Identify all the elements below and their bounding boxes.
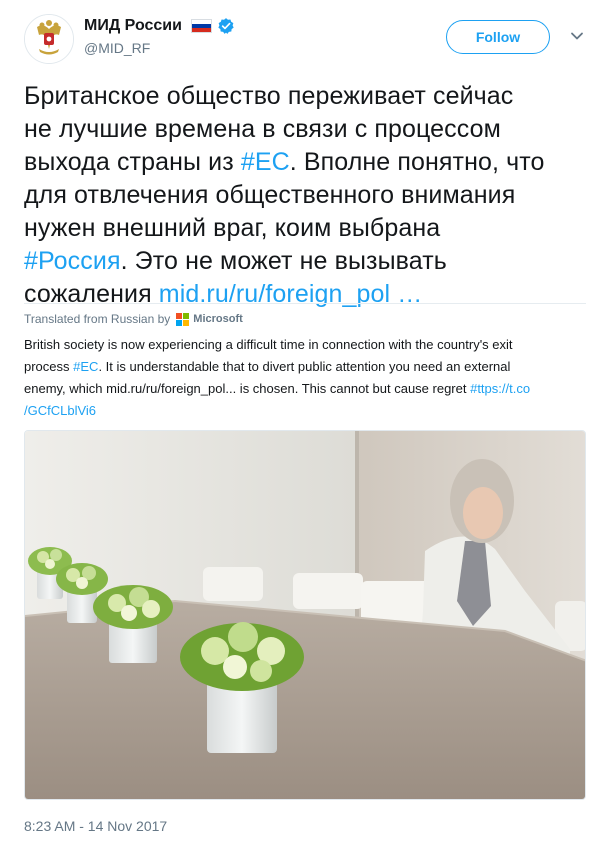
tweet-photo[interactable] [24,430,586,800]
translation-line: /GCfCLblVi6 [24,400,588,422]
chevron-down-icon[interactable] [570,29,584,43]
microsoft-logo-icon [176,312,190,326]
user-handle[interactable]: @MID_RF [84,40,150,56]
tweet-text-segment: . Вполне понятно, что [289,148,545,176]
tweet-timestamp[interactable]: 8:23 AM - 14 Nov 2017 [24,818,167,834]
translation-line: enemy, which mid.ru/ru/foreign_pol... is… [24,378,588,400]
verified-badge-icon [218,18,234,34]
russia-flag-icon [190,19,212,33]
tweet-header: МИД России @MID_RF Follow [0,0,615,72]
tweet-line: #Россия. Это не может не вызывать [24,245,594,278]
tweet-text-segment: выхода страны из [24,148,241,176]
tweet-line: не лучшие времена в связи с процессом [24,115,501,143]
display-name[interactable]: МИД России [84,17,182,35]
translation-provider[interactable]: Microsoft [193,313,243,325]
tweet-line: выхода страны из #ЕС. Вполне понятно, чт… [24,146,594,179]
translation-label: Translated from Russian by [24,312,171,326]
coat-of-arms-icon [25,15,73,63]
translation-attribution: Translated from Russian by Microsoft [24,312,243,326]
translation-segment: process [24,359,74,374]
tweet-line: Британское общество переживает сейчас [24,82,514,110]
meeting-room-photo [25,431,585,799]
tweet-line: сожаления mid.ru/ru/foreign_pol … [24,278,594,311]
tweet-line: для отвлечения общественного внимания [24,181,516,209]
translation-line: process #EC. It is understandable that t… [24,356,588,378]
url-link[interactable]: /GCfCLblVi6 [24,403,96,418]
tweet-text-segment: . Это не может не вызывать [120,247,447,275]
hashtag-link[interactable]: #Россия [24,247,121,275]
follow-button[interactable]: Follow [446,20,550,54]
translation-line: British society is now experiencing a di… [24,337,513,352]
url-link[interactable]: #ttps://t.co [470,381,530,396]
tweet-line: нужен внешний враг, коим выбрана [24,214,441,242]
hashtag-link[interactable]: #ЕС [241,148,290,176]
translation-segment: enemy, which mid.ru/ru/foreign_pol... is… [24,381,471,396]
name-line: МИД России [84,17,235,35]
avatar[interactable] [24,14,74,64]
tweet-text: Британское общество переживает сейчас не… [24,80,594,311]
translated-text: British society is now experiencing a di… [24,334,588,422]
divider [24,303,586,304]
hashtag-link[interactable]: #EC [73,359,98,374]
translation-segment: . It is understandable that to divert pu… [98,359,511,374]
